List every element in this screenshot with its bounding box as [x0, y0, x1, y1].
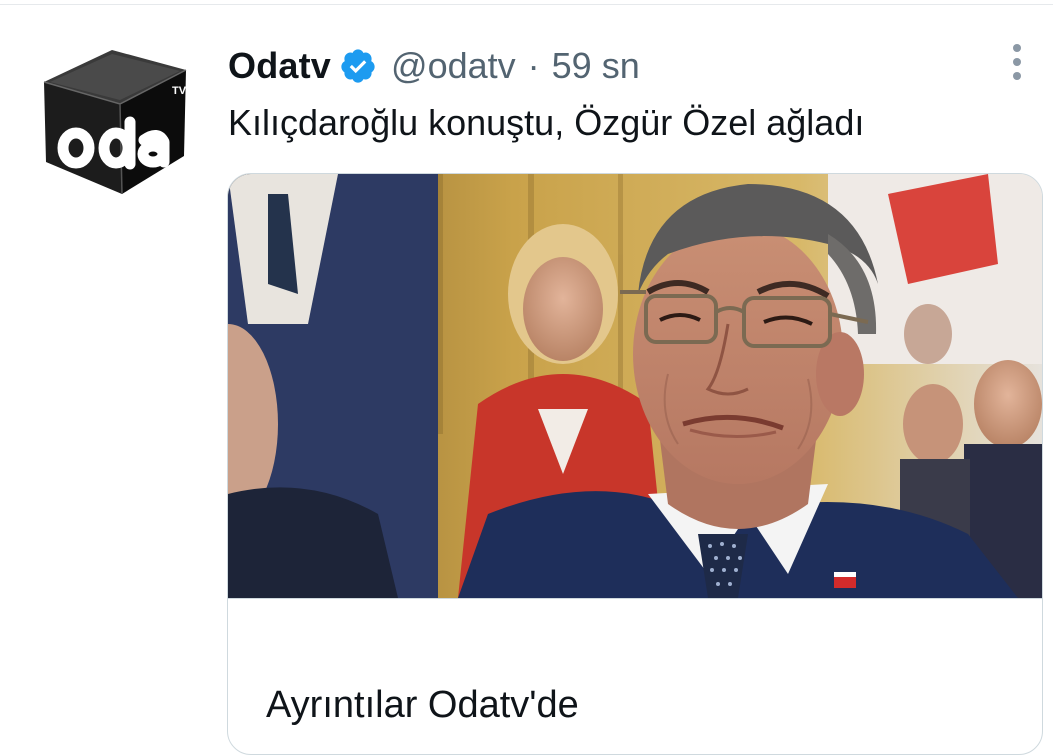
more-vertical-icon — [1013, 44, 1021, 52]
top-divider — [0, 4, 1053, 5]
link-card-title[interactable]: Ayrıntılar Odatv'de — [266, 684, 579, 727]
separator-dot: · — [527, 45, 540, 86]
link-preview-card[interactable]: Ayrıntılar Odatv'de — [227, 173, 1043, 755]
more-dot — [1013, 72, 1021, 80]
svg-text:TV: TV — [172, 85, 187, 97]
more-options-button[interactable] — [1001, 40, 1033, 84]
tweet-timestamp[interactable]: 59 sn — [552, 45, 640, 87]
card-divider — [228, 598, 1042, 599]
author-display-name[interactable]: Odatv — [228, 45, 331, 87]
tweet-text: Kılıçdaroğlu konuştu, Özgür Özel ağladı — [228, 102, 865, 143]
author-avatar[interactable]: TV — [36, 44, 196, 204]
author-handle[interactable]: @odatv — [391, 45, 516, 87]
tweet-header: Odatv @odatv · 59 sn — [228, 40, 640, 92]
news-photo — [228, 174, 1042, 598]
verified-badge-icon — [339, 47, 377, 85]
link-card-image[interactable] — [228, 174, 1042, 598]
more-dot — [1013, 58, 1021, 66]
odatv-logo-icon: TV — [43, 50, 187, 195]
